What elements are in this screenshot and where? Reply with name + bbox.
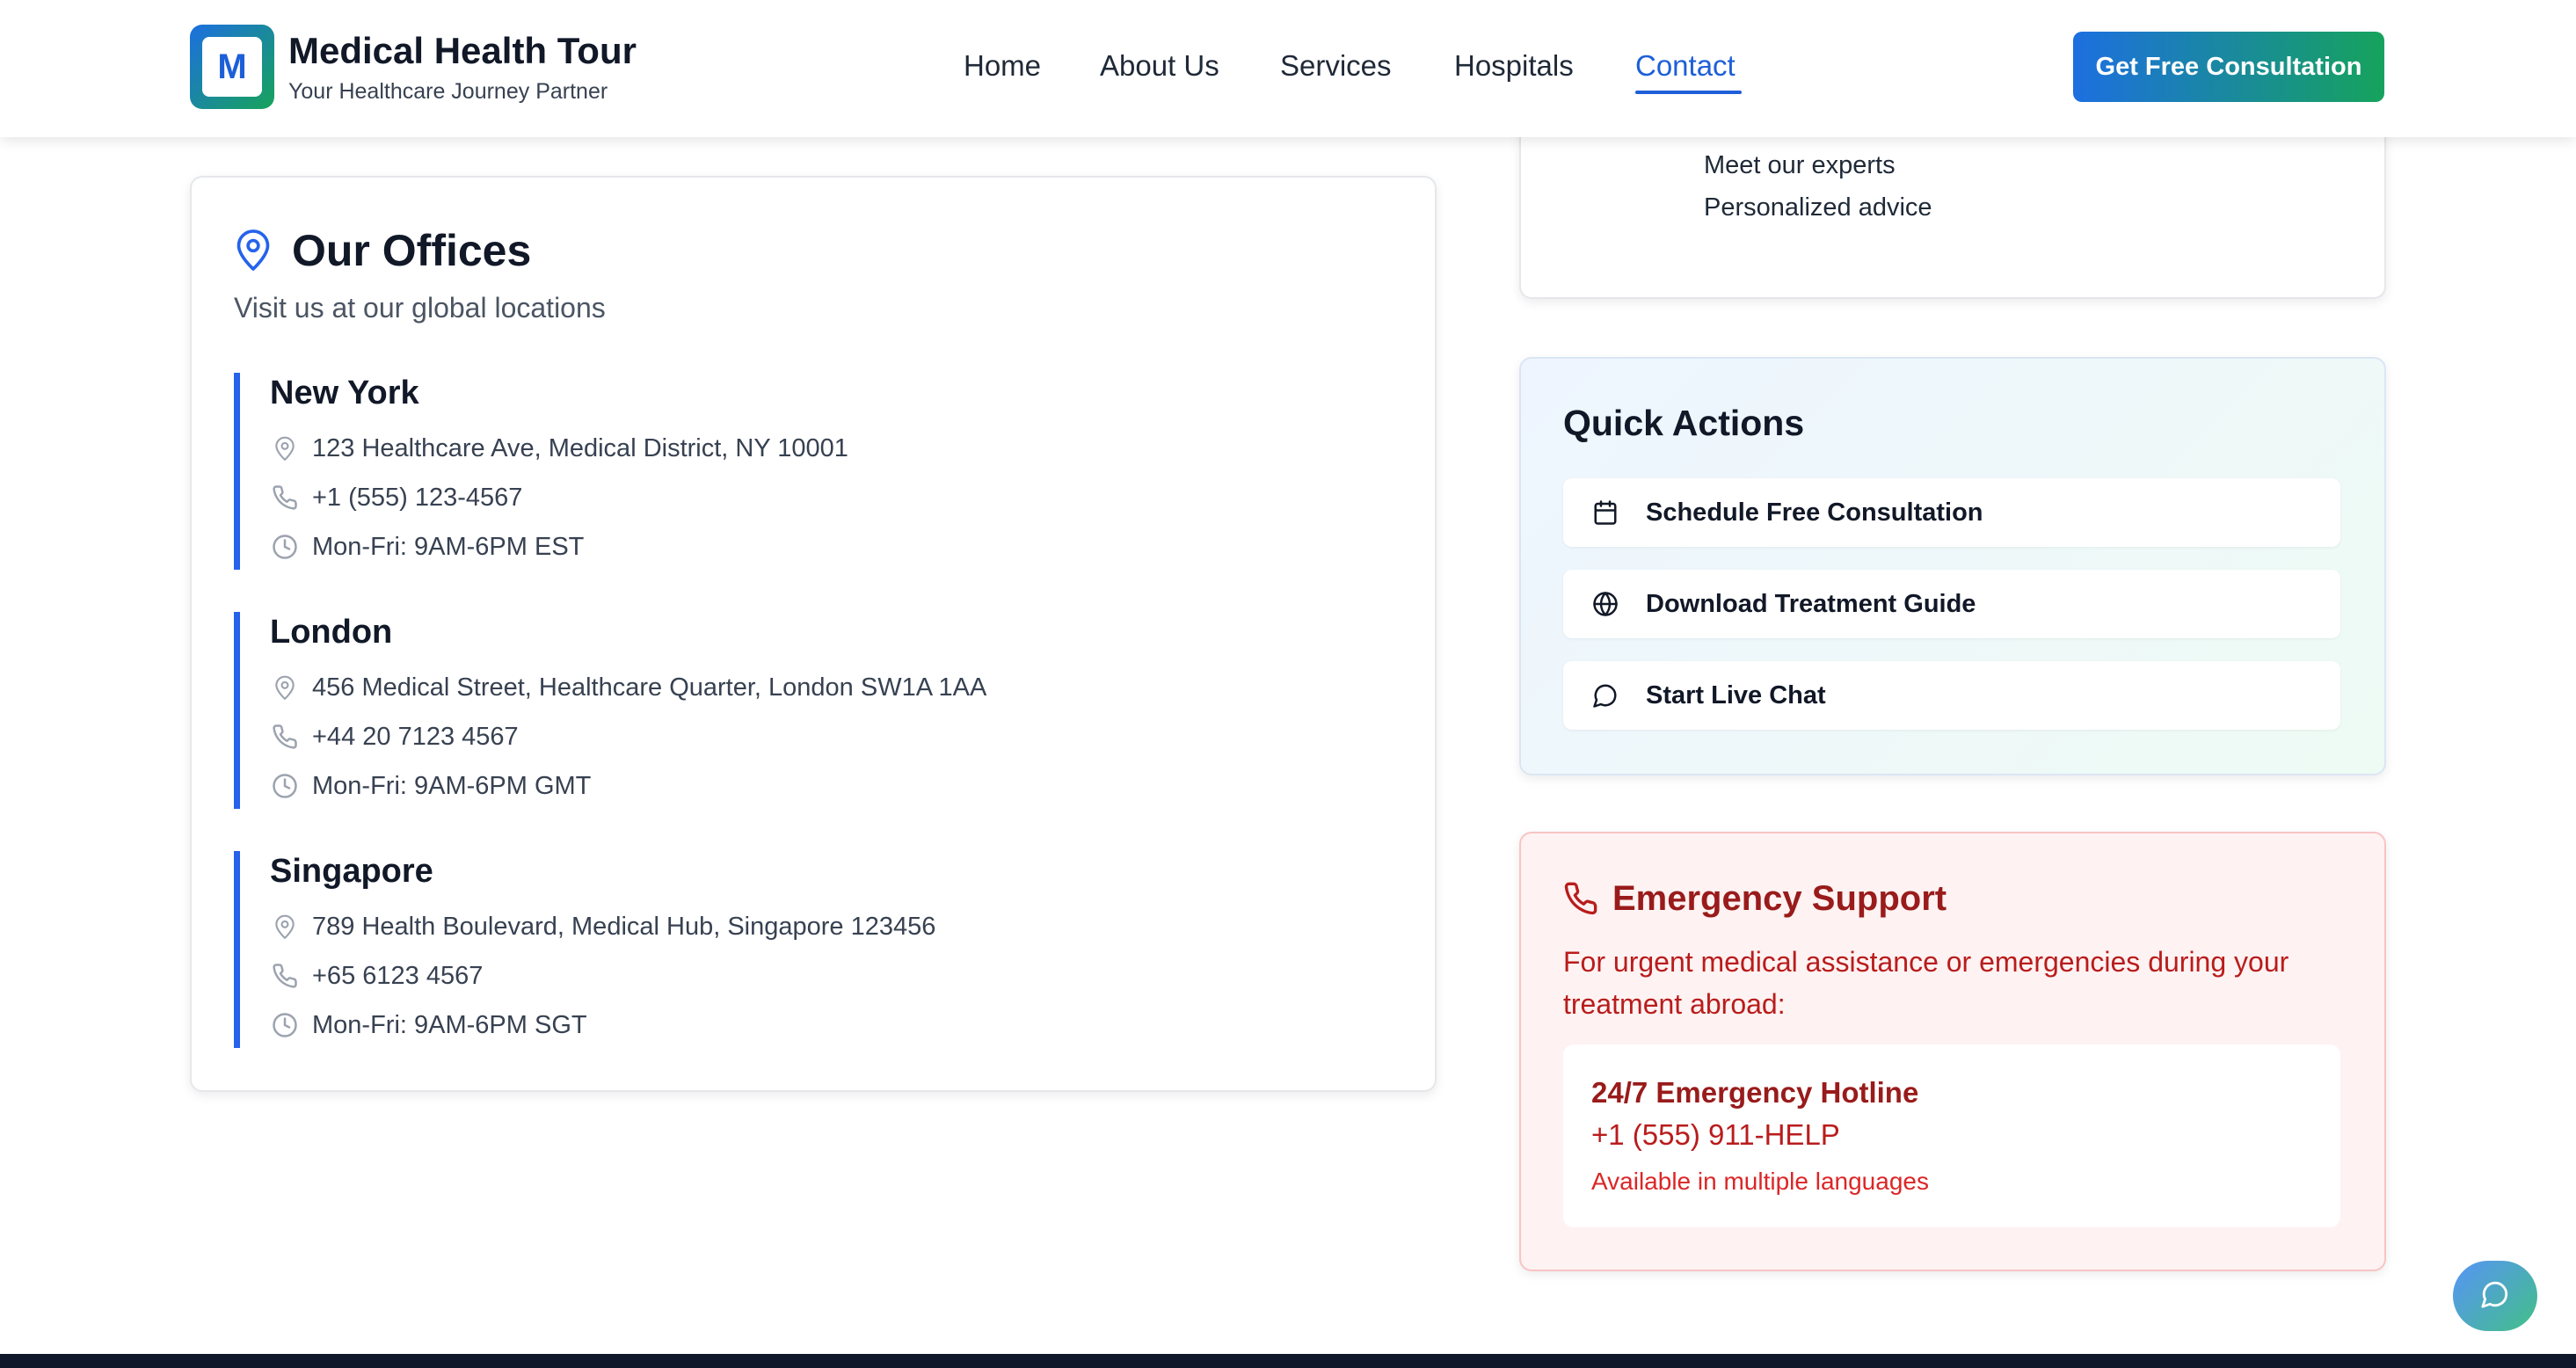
office-phone[interactable]: +44 20 7123 4567 bbox=[312, 723, 519, 752]
clock-icon bbox=[270, 771, 300, 801]
clock-icon bbox=[270, 1010, 300, 1040]
clock-icon bbox=[270, 532, 300, 562]
phone-icon bbox=[270, 961, 300, 991]
office-phone[interactable]: +1 (555) 123-4567 bbox=[312, 484, 522, 513]
emergency-title: Emergency Support bbox=[1612, 879, 1947, 918]
offices-card: Our Offices Visit us at our global locat… bbox=[190, 176, 1437, 1092]
floating-chat-button[interactable] bbox=[2453, 1261, 2537, 1331]
location-icon bbox=[270, 433, 300, 463]
office-hours: Mon-Fri: 9AM-6PM GMT bbox=[312, 771, 592, 800]
office-london: London 456 Medical Street, Healthcare Qu… bbox=[234, 612, 1383, 809]
office-phone-row[interactable]: +1 (555) 123-4567 bbox=[270, 480, 522, 515]
office-new-york: New York 123 Healthcare Ave, Medical Dis… bbox=[234, 373, 1383, 570]
phone-icon bbox=[270, 722, 300, 752]
nav-hospitals[interactable]: Hospitals bbox=[1454, 49, 1574, 83]
hotline-languages-note: Available in multiple languages bbox=[1591, 1168, 1929, 1195]
office-hours: Mon-Fri: 9AM-6PM SGT bbox=[312, 1010, 587, 1039]
office-hours-row: Mon-Fri: 9AM-6PM SGT bbox=[270, 1008, 587, 1043]
office-hours-row: Mon-Fri: 9AM-6PM EST bbox=[270, 529, 584, 564]
phone-icon bbox=[270, 483, 300, 513]
office-phone-row[interactable]: +65 6123 4567 bbox=[270, 958, 483, 993]
nav-contact[interactable]: Contact bbox=[1635, 49, 1736, 83]
office-hours-row: Mon-Fri: 9AM-6PM GMT bbox=[270, 768, 591, 804]
office-phone-row[interactable]: +44 20 7123 4567 bbox=[270, 719, 519, 754]
nav-about-us[interactable]: About Us bbox=[1100, 49, 1219, 83]
chat-bubble-icon bbox=[2480, 1279, 2510, 1313]
office-city: Singapore bbox=[270, 853, 433, 890]
office-city: New York bbox=[270, 375, 419, 411]
hotline-label: 24/7 Emergency Hotline bbox=[1591, 1076, 1919, 1109]
emergency-hotline-box: 24/7 Emergency Hotline +1 (555) 911-HELP… bbox=[1563, 1044, 2340, 1227]
hotline-number[interactable]: +1 (555) 911-HELP bbox=[1591, 1118, 1840, 1152]
consultation-benefit: Personalized advice bbox=[1704, 193, 1932, 222]
office-address-row: 123 Healthcare Ave, Medical District, NY… bbox=[270, 431, 848, 466]
logo[interactable]: M bbox=[190, 25, 274, 109]
office-address: 789 Health Boulevard, Medical Hub, Singa… bbox=[312, 912, 936, 941]
quick-action-label: Download Treatment Guide bbox=[1646, 589, 1976, 618]
emergency-description: For urgent medical assistance or emergen… bbox=[1563, 946, 2289, 1020]
location-icon bbox=[270, 912, 300, 942]
office-address-row: 456 Medical Street, Healthcare Quarter, … bbox=[270, 670, 986, 705]
nav-active-indicator bbox=[1635, 91, 1742, 94]
emergency-support-card: Emergency Support For urgent medical ass… bbox=[1519, 832, 2386, 1271]
office-city: London bbox=[270, 614, 393, 651]
office-address: 123 Healthcare Ave, Medical District, NY… bbox=[312, 433, 848, 462]
footer bbox=[0, 1354, 2576, 1368]
offices-subtitle: Visit us at our global locations bbox=[234, 292, 606, 324]
nav-home[interactable]: Home bbox=[964, 49, 1041, 83]
location-icon bbox=[270, 673, 300, 702]
start-live-chat-button[interactable]: Start Live Chat bbox=[1563, 661, 2340, 730]
quick-actions-card: Quick Actions Schedule Free Consultation… bbox=[1519, 357, 2386, 775]
map-pin-icon bbox=[234, 227, 273, 277]
brand-subtitle: Your Healthcare Journey Partner bbox=[288, 79, 608, 104]
get-free-consultation-button[interactable]: Get Free Consultation bbox=[2073, 32, 2384, 102]
office-address: 456 Medical Street, Healthcare Quarter, … bbox=[312, 673, 987, 702]
phone-icon bbox=[1563, 881, 1598, 920]
quick-action-label: Start Live Chat bbox=[1646, 680, 1826, 709]
office-address-row: 789 Health Boulevard, Medical Hub, Singa… bbox=[270, 909, 935, 944]
consultation-benefit: Meet our experts bbox=[1704, 151, 1896, 179]
site-header: M Medical Health Tour Your Healthcare Jo… bbox=[0, 0, 2576, 137]
calendar-icon bbox=[1590, 497, 1621, 528]
logo-letter: M bbox=[202, 37, 262, 97]
offices-title: Our Offices bbox=[292, 226, 532, 275]
schedule-free-consultation-button[interactable]: Schedule Free Consultation bbox=[1563, 478, 2340, 547]
office-singapore: Singapore 789 Health Boulevard, Medical … bbox=[234, 851, 1383, 1048]
quick-action-label: Schedule Free Consultation bbox=[1646, 498, 1983, 527]
chat-bubble-icon bbox=[1590, 680, 1621, 711]
quick-actions-title: Quick Actions bbox=[1563, 403, 1805, 443]
download-treatment-guide-button[interactable]: Download Treatment Guide bbox=[1563, 570, 2340, 638]
office-phone[interactable]: +65 6123 4567 bbox=[312, 962, 483, 991]
nav-services[interactable]: Services bbox=[1280, 49, 1392, 83]
globe-icon bbox=[1590, 588, 1621, 620]
brand-title[interactable]: Medical Health Tour bbox=[288, 30, 637, 72]
office-hours: Mon-Fri: 9AM-6PM EST bbox=[312, 532, 585, 561]
